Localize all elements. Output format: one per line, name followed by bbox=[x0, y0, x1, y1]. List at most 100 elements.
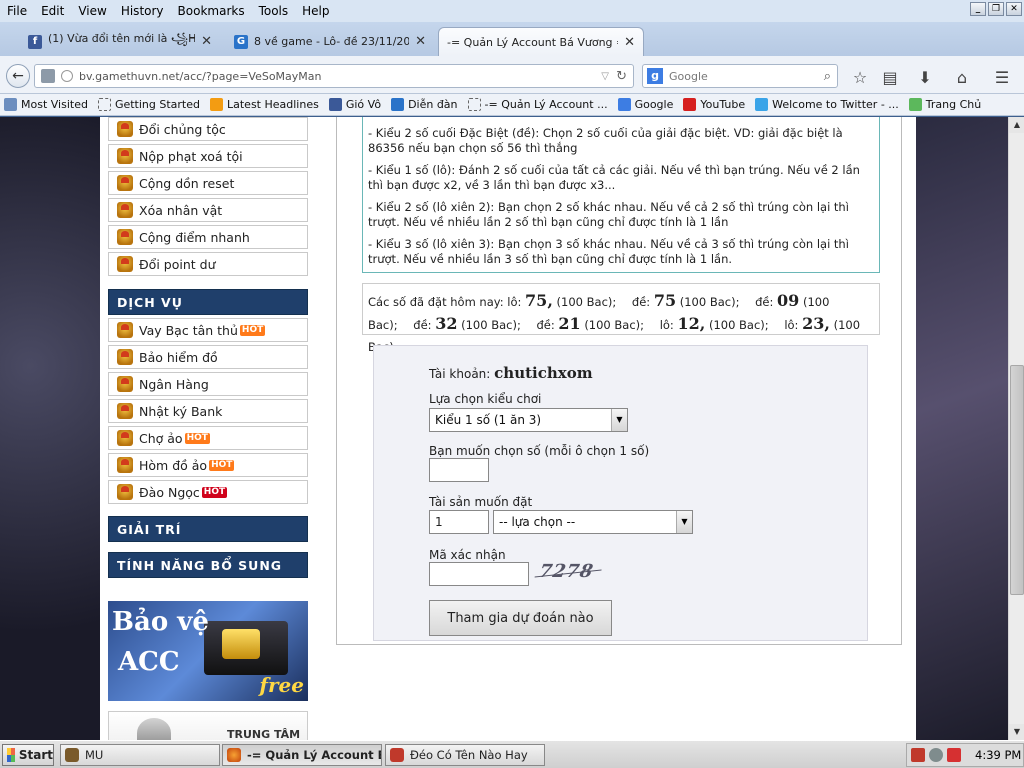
bookmark-google[interactable]: Google bbox=[617, 98, 673, 111]
close-tab-icon[interactable]: ✕ bbox=[415, 34, 426, 49]
sidebar-item-cong-don-reset[interactable]: Cộng dồn reset bbox=[108, 171, 308, 195]
bookmark-trang-chu[interactable]: Trang Chủ bbox=[908, 98, 981, 111]
bookmark-twitter[interactable]: Welcome to Twitter - ... bbox=[755, 98, 899, 111]
helmet-icon bbox=[137, 718, 171, 740]
taskbar-button-mu[interactable]: MU bbox=[60, 744, 220, 766]
sidebar-item-hom-do-ao[interactable]: Hòm đồ ảo HOT bbox=[108, 453, 308, 477]
search-placeholder[interactable]: Google bbox=[669, 70, 708, 83]
reload-icon[interactable]: ↻ bbox=[616, 69, 627, 84]
captcha-input[interactable] bbox=[429, 562, 529, 586]
sidebar-section-tinh-nang-bo-sung[interactable]: TÍNH NĂNG BỔ SUNG bbox=[108, 552, 308, 578]
menu-history[interactable]: History bbox=[114, 4, 171, 18]
bookmarks-toolbar: Most Visited Getting Started Latest Head… bbox=[0, 94, 1024, 116]
menu-hamburger-icon[interactable]: ☰ bbox=[992, 68, 1012, 87]
bet-form: Tài khoản: chutichxom Lựa chọn kiểu chơi… bbox=[373, 345, 868, 641]
sidebar-item-xoa-nhan-vat[interactable]: Xóa nhân vật bbox=[108, 198, 308, 222]
mode-select[interactable]: Kiểu 1 số (1 ăn 3) ▼ bbox=[429, 408, 628, 432]
vertical-scrollbar[interactable]: ▲ ▼ bbox=[1008, 117, 1024, 740]
bookmark-star-icon[interactable]: ☆ bbox=[850, 68, 870, 87]
submit-button[interactable]: Tham gia dự đoán nào bbox=[429, 600, 612, 636]
bookmark-getting-started[interactable]: Getting Started bbox=[97, 98, 200, 111]
bookmark-most-visited[interactable]: Most Visited bbox=[4, 98, 88, 111]
tray-app-icon[interactable] bbox=[911, 748, 925, 762]
warrior-icon bbox=[117, 121, 133, 137]
sidebar-item-bao-hiem-do[interactable]: Bảo hiểm đồ bbox=[108, 345, 308, 369]
menu-bookmarks[interactable]: Bookmarks bbox=[171, 4, 252, 18]
start-button[interactable]: Start bbox=[2, 744, 54, 766]
account-line: Tài khoản: chutichxom bbox=[429, 364, 593, 382]
windows-logo-icon bbox=[7, 748, 15, 762]
back-icon[interactable]: ← bbox=[6, 64, 30, 88]
volume-icon[interactable] bbox=[929, 748, 943, 762]
sidebar-item-cong-diem-nhanh[interactable]: Cộng điểm nhanh bbox=[108, 225, 308, 249]
menu-tools[interactable]: Tools bbox=[252, 4, 296, 18]
bet-entry: đề: 32 (100 Bac); bbox=[413, 314, 521, 333]
minimize-icon[interactable]: _ bbox=[970, 2, 986, 16]
scroll-up-icon[interactable]: ▲ bbox=[1009, 117, 1024, 133]
sidebar-section-dich-vu[interactable]: DỊCH VỤ bbox=[108, 289, 308, 315]
bookmark-quan-ly-account[interactable]: -= Quản Lý Account ... bbox=[467, 98, 608, 111]
banner-trung-tam[interactable]: TRUNG TÂM bbox=[108, 711, 308, 740]
sidebar-item-dao-ngoc[interactable]: Đào Ngọc HOT bbox=[108, 480, 308, 504]
tab-gamethuvn[interactable]: G 8 về game - Lô- đề 23/11/201... ✕ bbox=[226, 27, 434, 56]
padlock-monitor-icon bbox=[204, 621, 288, 675]
captcha-image: 7278 bbox=[537, 561, 600, 587]
number-input[interactable] bbox=[429, 458, 489, 482]
close-tab-icon[interactable]: ✕ bbox=[201, 34, 212, 49]
search-bar[interactable]: g Google ⌕ bbox=[642, 64, 838, 88]
asset-type-select[interactable]: -- lựa chọn -- ▼ bbox=[493, 510, 693, 534]
sidebar-item-nop-phat[interactable]: Nộp phạt xoá tội bbox=[108, 144, 308, 168]
menu-help[interactable]: Help bbox=[295, 4, 336, 18]
globe-icon bbox=[61, 70, 73, 82]
sidebar-item-ngan-hang[interactable]: Ngân Hàng bbox=[108, 372, 308, 396]
close-window-icon[interactable]: ✕ bbox=[1006, 2, 1022, 16]
warrior-icon bbox=[117, 349, 133, 365]
window-controls: _ ❐ ✕ bbox=[970, 2, 1022, 16]
menu-file[interactable]: File bbox=[0, 4, 34, 18]
rule-text: - Kiểu 3 số (lô xiên 3): Bạn chọn 3 số k… bbox=[368, 237, 849, 266]
bookmark-latest-headlines[interactable]: Latest Headlines bbox=[210, 98, 319, 111]
search-icon[interactable]: ⌕ bbox=[824, 69, 831, 84]
captcha-label: Mã xác nhận bbox=[429, 548, 506, 562]
sidebar-section-giai-tri[interactable]: GIẢI TRÍ bbox=[108, 516, 308, 542]
url-text[interactable]: bv.gamethuvn.net/acc/?page=VeSoMayMan bbox=[79, 70, 322, 83]
url-dropdown-icon[interactable]: ▽ bbox=[601, 71, 609, 82]
youtube-icon bbox=[683, 98, 697, 111]
bookmark-youtube[interactable]: YouTube bbox=[683, 98, 745, 111]
home-icon[interactable]: ⌂ bbox=[952, 68, 972, 87]
downloads-icon[interactable]: ⬇ bbox=[915, 68, 935, 87]
gamethuvn-icon: G bbox=[234, 34, 248, 49]
tab-quan-ly-account[interactable]: -= Quản Lý Account Bá Vương =- ... ✕ bbox=[438, 27, 644, 56]
url-bar[interactable]: bv.gamethuvn.net/acc/?page=VeSoMayMan ▽ … bbox=[34, 64, 634, 88]
chevron-down-icon[interactable]: ▼ bbox=[611, 409, 627, 431]
trung-tam-label: TRUNG TÂM bbox=[227, 728, 301, 740]
close-tab-icon[interactable]: ✕ bbox=[624, 35, 635, 50]
google-icon bbox=[617, 98, 631, 111]
firefox-icon bbox=[227, 748, 241, 762]
taskbar-button-deo-co-ten[interactable]: Đéo Có Tên Nào Hay bbox=[385, 744, 545, 766]
promo-banner-bao-ve-acc[interactable]: Bảo vệ ACC free bbox=[108, 601, 308, 701]
google-icon[interactable]: g bbox=[647, 68, 663, 84]
mu-game-icon bbox=[65, 748, 79, 762]
sidebar-item-cho-ao[interactable]: Chợ ảo HOT bbox=[108, 426, 308, 450]
asset-amount-input[interactable]: 1 bbox=[429, 510, 489, 534]
restore-icon[interactable]: ❐ bbox=[988, 2, 1004, 16]
tray-v-icon[interactable] bbox=[947, 748, 961, 762]
sidebar-item-vay-bac[interactable]: Vay Bạc tân thủ HOT bbox=[108, 318, 308, 342]
warrior-icon bbox=[117, 229, 133, 245]
rule-text: - Kiểu 2 số cuối Đặc Biệt (đề): Chọn 2 s… bbox=[368, 126, 843, 155]
bookmark-gio-vo[interactable]: Gió Vô bbox=[328, 98, 381, 111]
menu-view[interactable]: View bbox=[71, 4, 113, 18]
reading-list-icon[interactable]: ▤ bbox=[880, 68, 900, 87]
taskbar-button-firefox[interactable]: -= Quản Lý Account B... bbox=[222, 744, 382, 766]
sidebar-item-doi-point-du[interactable]: Đổi point dư bbox=[108, 252, 308, 276]
scroll-down-icon[interactable]: ▼ bbox=[1009, 724, 1024, 740]
sidebar-item-doi-chung-toc[interactable]: Đổi chủng tộc bbox=[108, 117, 308, 141]
sidebar-item-nhat-ky-bank[interactable]: Nhật ký Bank bbox=[108, 399, 308, 423]
tab-facebook[interactable]: f (1) Vừa đổi tên mới là ꧁ᕼoaC... ✕ bbox=[20, 27, 220, 56]
scroll-thumb[interactable] bbox=[1010, 365, 1024, 595]
clock[interactable]: 4:39 PM bbox=[975, 748, 1021, 762]
menu-edit[interactable]: Edit bbox=[34, 4, 71, 18]
bookmark-dien-dan[interactable]: Diễn đàn bbox=[391, 98, 458, 111]
chevron-down-icon[interactable]: ▼ bbox=[676, 511, 692, 533]
